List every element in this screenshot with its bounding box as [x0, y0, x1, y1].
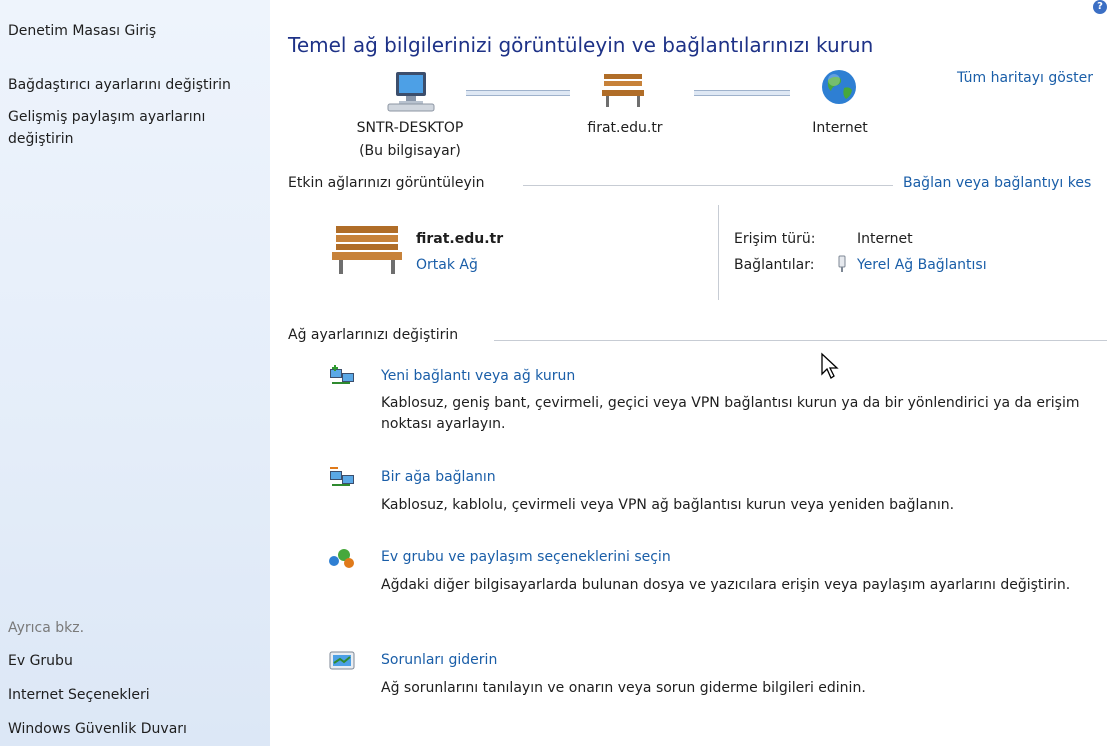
sidebar-item-adapter-settings[interactable]: Bağdaştırıcı ayarlarını değiştirin: [8, 74, 231, 96]
change-settings-heading: Ağ ayarlarınızı değiştirin: [288, 327, 459, 343]
full-map-link[interactable]: Tüm haritayı göster: [957, 70, 1093, 86]
page-title: Temel ağ bilgilerinizi görüntüleyin ve b…: [288, 33, 874, 57]
task-homegroup-desc: Ağdaki diğer bilgisayarlarda bulunan dos…: [381, 577, 1071, 593]
connect-disconnect-link[interactable]: Bağlan veya bağlantıyı kes: [903, 175, 1091, 191]
vertical-divider: [718, 205, 719, 300]
divider: [523, 185, 893, 186]
task-connect-network-desc: Kablosuz, kablolu, çevirmeli veya VPN ağ…: [381, 497, 955, 513]
network-name-label: firat.edu.tr: [587, 120, 663, 136]
see-also-internet-options-link[interactable]: Internet Seçenekleri: [8, 684, 150, 706]
computer-icon[interactable]: [386, 68, 436, 114]
bench-icon: [332, 226, 402, 274]
active-networks-heading: Etkin ağlarınızı görüntüleyin: [288, 175, 485, 191]
computer-subtitle: (Bu bilgisayar): [359, 143, 461, 159]
access-type-value: Internet: [857, 231, 913, 247]
see-also-title: Ayrıca bkz.: [8, 620, 85, 636]
see-also-firewall-link[interactable]: Windows Güvenlik Duvarı: [8, 718, 187, 740]
see-also-homegroup-link[interactable]: Ev Grubu: [8, 650, 73, 672]
divider: [494, 340, 1107, 341]
task-troubleshoot-desc: Ağ sorunlarını tanılayın ve onarın veya …: [381, 680, 866, 696]
local-area-connection-link[interactable]: Yerel Ağ Bağlantısı: [857, 257, 987, 273]
sidebar-item-advanced-sharing[interactable]: Gelişmiş paylaşım ayarlarını değiştirin: [8, 106, 248, 150]
homegroup-icon: [329, 549, 354, 568]
task-new-connection-desc: Kablosuz, geniş bant, çevirmeli, geçici …: [381, 395, 1080, 432]
globe-icon[interactable]: [820, 68, 858, 106]
task-troubleshoot-link[interactable]: Sorunları giderin: [381, 652, 497, 668]
computer-name: SNTR-DESKTOP: [356, 120, 464, 136]
mouse-cursor-icon: [821, 352, 839, 379]
bench-icon[interactable]: [600, 70, 646, 110]
new-connection-icon: [330, 365, 354, 384]
connection-line: [466, 90, 570, 96]
task-homegroup-link[interactable]: Ev grubu ve paylaşım seçeneklerini seçin: [381, 549, 671, 565]
task-new-connection-link[interactable]: Yeni bağlantı veya ağ kurun: [381, 368, 575, 384]
connections-label: Bağlantılar:: [734, 257, 815, 273]
ethernet-icon: [838, 255, 846, 272]
help-icon[interactable]: ?: [1093, 0, 1107, 14]
troubleshoot-icon: [329, 651, 355, 670]
main-content: ? Temel ağ bilgilerinizi görüntüleyin ve…: [270, 0, 1110, 746]
connect-network-icon: [330, 467, 354, 486]
access-type-label: Erişim türü:: [734, 231, 816, 247]
sidebar: Denetim Masası Giriş Bağdaştırıcı ayarla…: [0, 0, 270, 746]
task-connect-network-link[interactable]: Bir ağa bağlanın: [381, 469, 496, 485]
network-type-link[interactable]: Ortak Ağ: [416, 257, 478, 273]
internet-label: Internet: [812, 120, 868, 136]
active-network-name: firat.edu.tr: [416, 231, 504, 247]
connection-line: [694, 90, 790, 96]
control-panel-home-link[interactable]: Denetim Masası Giriş: [8, 20, 156, 42]
